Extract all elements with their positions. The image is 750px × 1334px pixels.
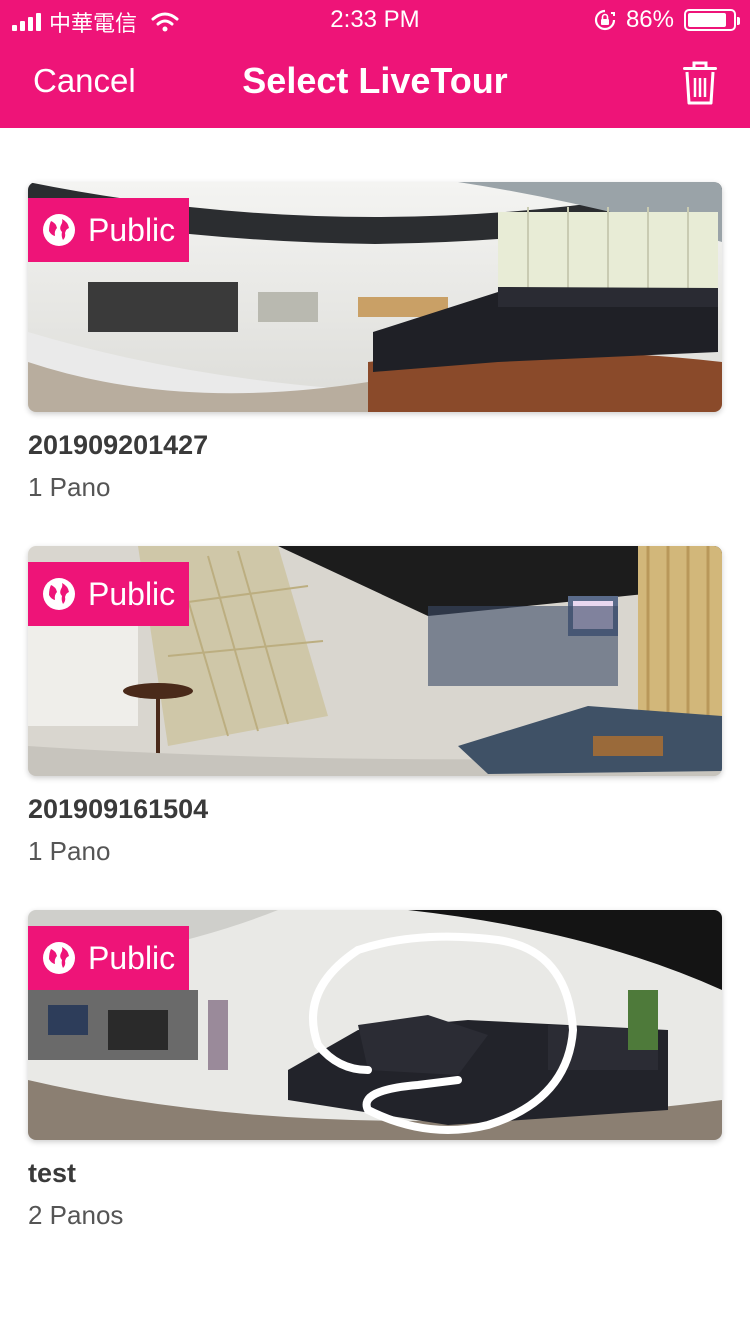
header: 中華電信 2:33 PM 86% Cancel Select LiveTour: [0, 0, 750, 128]
orientation-lock-icon: [594, 9, 616, 31]
visibility-badge: Public: [28, 562, 189, 626]
trash-icon[interactable]: [680, 60, 720, 106]
pano-count: 1 Pano: [28, 836, 111, 866]
globe-icon: [43, 578, 75, 610]
page-title: Select LiveTour: [242, 60, 508, 101]
tour-title: 201909201427: [28, 430, 209, 460]
badge-label: Public: [88, 575, 176, 612]
status-bar: 中華電信 2:33 PM 86%: [0, 0, 750, 40]
globe-icon: [43, 214, 75, 246]
tour-panorama-image[interactable]: Public: [28, 910, 722, 1140]
battery-icon: [684, 9, 740, 31]
tour-panorama-image[interactable]: Public: [28, 182, 722, 412]
tour-title: 201909161504: [28, 794, 209, 824]
pano-count: 1 Pano: [28, 472, 111, 502]
tour-card[interactable]: Public test 2 Panos: [28, 910, 722, 1230]
nav-bar: Cancel Select LiveTour: [0, 40, 750, 128]
battery-percent: 86%: [625, 6, 674, 33]
pano-count: 2 Panos: [28, 1200, 124, 1230]
tour-panorama-image[interactable]: Public: [28, 546, 722, 776]
visibility-badge: Public: [28, 198, 189, 262]
globe-icon: [43, 942, 75, 974]
tour-title: test: [28, 1158, 77, 1188]
badge-label: Public: [88, 939, 176, 976]
badge-label: Public: [88, 211, 176, 248]
tour-card[interactable]: Public 201909161504 1 Pano: [28, 546, 722, 866]
tour-card[interactable]: Public 201909201427 1 Pano: [28, 182, 722, 502]
visibility-badge: Public: [28, 926, 189, 990]
